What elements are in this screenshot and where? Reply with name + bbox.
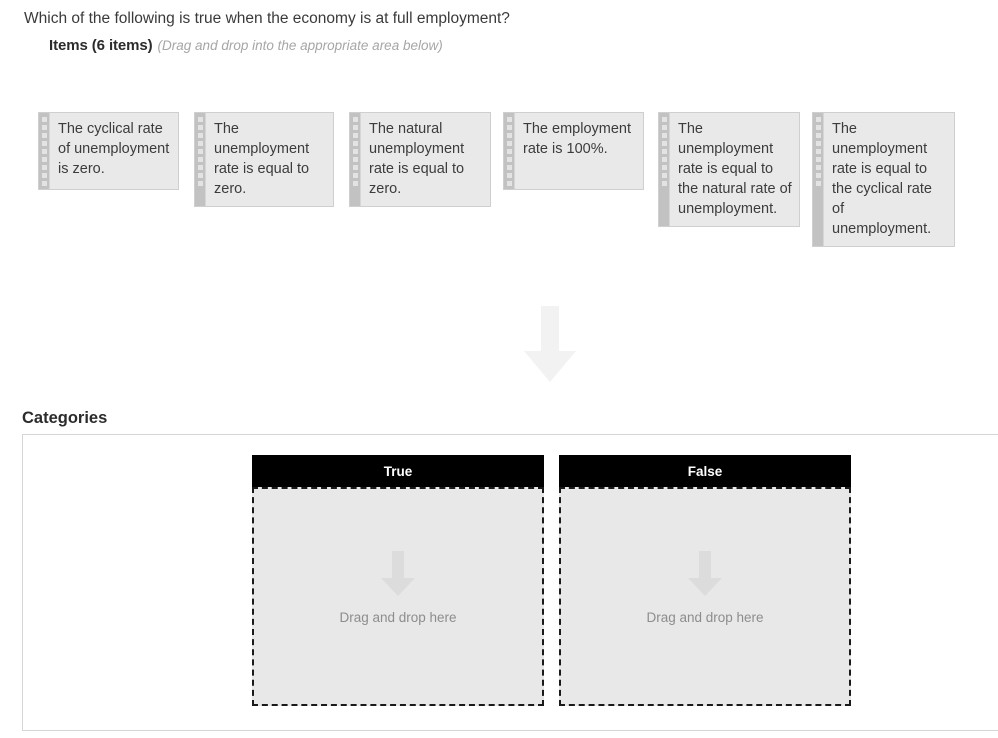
- grip-dot: [506, 117, 512, 122]
- grip-dot: [506, 149, 512, 154]
- page-title: Which of the following is true when the …: [24, 10, 510, 27]
- grip-dot: [197, 149, 203, 154]
- drag-handle-icon[interactable]: [195, 113, 206, 206]
- grip-dot: [352, 133, 358, 138]
- grip-dot: [352, 181, 358, 186]
- arrow-down-icon: [524, 306, 576, 382]
- item-card-label: The natural unemployment rate is equal t…: [369, 121, 465, 197]
- drag-handle-icon[interactable]: [504, 113, 515, 189]
- grip-dot: [506, 141, 512, 146]
- grip-dot: [197, 165, 203, 170]
- category-header-true: True: [252, 455, 544, 487]
- grip-dot: [41, 173, 47, 178]
- grip-dot: [815, 149, 821, 154]
- drag-handle-icon[interactable]: [350, 113, 361, 206]
- grip-dot: [661, 125, 667, 130]
- grip-dot: [506, 173, 512, 178]
- items-hint-text: (Drag and drop into the appropriate area…: [157, 38, 443, 53]
- dropzone-placeholder: Drag and drop here: [561, 551, 849, 625]
- item-card[interactable]: The cyclical rate of unemployment is zer…: [38, 112, 179, 190]
- grip-dot: [815, 173, 821, 178]
- grip-dot: [352, 117, 358, 122]
- grip-dot: [41, 125, 47, 130]
- items-tray: The cyclical rate of unemployment is zer…: [0, 112, 998, 247]
- arrow-down-icon: [381, 551, 415, 596]
- grip-dot: [815, 181, 821, 186]
- grip-dot: [41, 149, 47, 154]
- grip-dot: [41, 165, 47, 170]
- grip-dot: [197, 157, 203, 162]
- grip-dot: [352, 141, 358, 146]
- grip-dot: [661, 181, 667, 186]
- grip-dot: [352, 173, 358, 178]
- grip-dot: [661, 173, 667, 178]
- item-card-label: The unemployment rate is equal to the cy…: [832, 121, 932, 237]
- grip-dot: [197, 181, 203, 186]
- grip-dot: [815, 165, 821, 170]
- item-card[interactable]: The employment rate is 100%.: [503, 112, 644, 190]
- grip-dot: [815, 117, 821, 122]
- grip-dot: [815, 133, 821, 138]
- dropzone-text: Drag and drop here: [339, 610, 457, 625]
- item-card-label: The unemployment rate is equal to the na…: [678, 121, 792, 217]
- dropzone-true[interactable]: Drag and drop here: [252, 487, 544, 706]
- grip-dot: [41, 141, 47, 146]
- grip-dot: [41, 117, 47, 122]
- items-bar: Items (6 items) (Drag and drop into the a…: [49, 36, 443, 56]
- drag-handle-icon[interactable]: [813, 113, 824, 246]
- grip-dot: [352, 165, 358, 170]
- dropzone-false[interactable]: Drag and drop here: [559, 487, 851, 706]
- drag-handle-icon[interactable]: [659, 113, 670, 226]
- grip-dot: [506, 125, 512, 130]
- grip-dot: [661, 165, 667, 170]
- drag-handle-icon[interactable]: [39, 113, 50, 189]
- grip-dot: [197, 173, 203, 178]
- grip-dot: [41, 157, 47, 162]
- category-column-true: True Drag and drop here: [252, 455, 544, 706]
- grip-dot: [41, 133, 47, 138]
- grip-dot: [661, 149, 667, 154]
- item-card[interactable]: The unemployment rate is equal to zero.: [194, 112, 334, 207]
- grip-dot: [41, 181, 47, 186]
- grip-dot: [352, 157, 358, 162]
- arrow-down-icon: [688, 551, 722, 596]
- categories-panel: True Drag and drop here False Drag and drop…: [22, 434, 998, 731]
- category-column-false: False Drag and drop here: [559, 455, 851, 706]
- grip-dot: [661, 141, 667, 146]
- grip-dot: [197, 117, 203, 122]
- grip-dot: [352, 149, 358, 154]
- grip-dot: [815, 141, 821, 146]
- grip-dot: [815, 125, 821, 130]
- grip-dot: [661, 117, 667, 122]
- grip-dot: [506, 133, 512, 138]
- grip-dot: [661, 133, 667, 138]
- grip-dot: [352, 125, 358, 130]
- item-card-label: The employment rate is 100%.: [523, 121, 631, 157]
- grip-dot: [506, 165, 512, 170]
- item-card[interactable]: The natural unemployment rate is equal t…: [349, 112, 491, 207]
- dropzone-text: Drag and drop here: [646, 610, 764, 625]
- item-card[interactable]: The unemployment rate is equal to the na…: [658, 112, 800, 227]
- items-count-label: Items (6 items): [49, 37, 153, 54]
- grip-dot: [815, 157, 821, 162]
- grip-dot: [661, 157, 667, 162]
- grip-dot: [197, 125, 203, 130]
- grip-dot: [506, 181, 512, 186]
- grip-dot: [197, 141, 203, 146]
- dropzone-placeholder: Drag and drop here: [254, 551, 542, 625]
- grip-dot: [197, 133, 203, 138]
- item-card[interactable]: The unemployment rate is equal to the cy…: [812, 112, 955, 247]
- item-card-label: The cyclical rate of unemployment is zer…: [58, 121, 170, 177]
- grip-dot: [506, 157, 512, 162]
- categories-title: Categories: [22, 409, 108, 427]
- item-card-label: The unemployment rate is equal to zero.: [214, 121, 310, 197]
- category-header-false: False: [559, 455, 851, 487]
